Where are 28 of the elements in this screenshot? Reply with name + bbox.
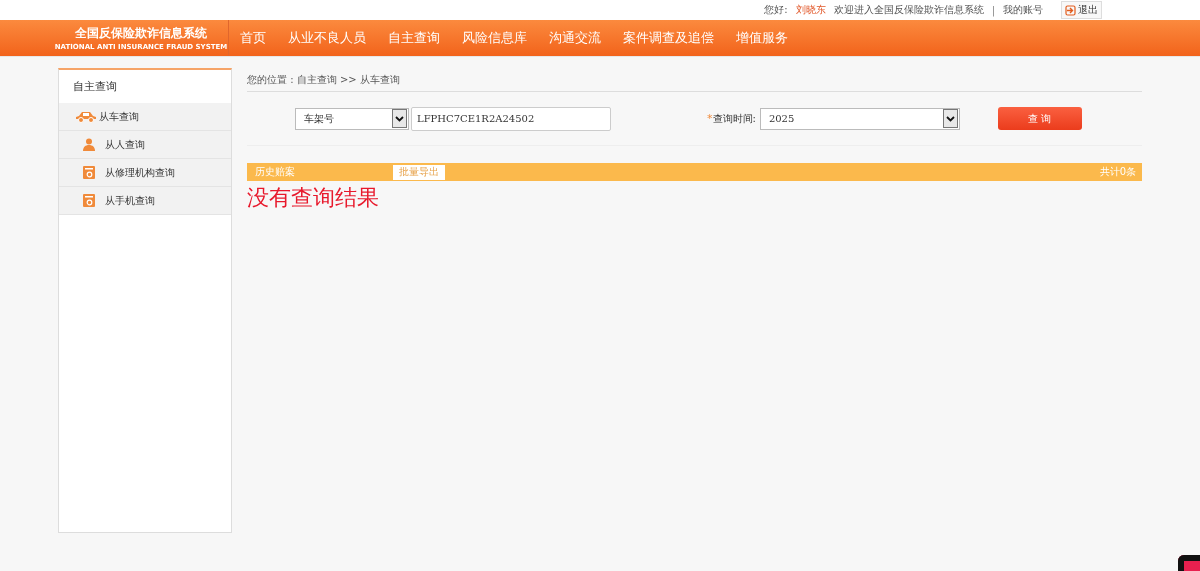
empty-message: 没有查询结果 xyxy=(247,184,380,212)
time-label: 查询时间: xyxy=(712,111,756,126)
document-icon xyxy=(83,194,95,207)
vin-input-field[interactable]: LFPHC7CE1R2A24502 xyxy=(411,106,611,131)
results-title: 历史赔案 xyxy=(255,165,295,179)
sidebar-item[interactable]: 从修理机构查询 xyxy=(59,159,231,187)
query-button[interactable]: 查 询 xyxy=(997,107,1082,130)
account-link[interactable]: 我的账号 xyxy=(1003,3,1043,17)
welcome-text: 欢迎进入全国反保险欺诈信息系统 xyxy=(833,3,984,17)
breadcrumb: 您的位置 : 自主查询 >> 从车查询 xyxy=(247,69,1142,92)
person-icon xyxy=(83,138,95,151)
sidebar-title: 自主查询 xyxy=(72,79,118,95)
time-select[interactable]: 2025 xyxy=(759,107,960,130)
exit-icon xyxy=(1065,4,1076,16)
greeting-text: 您好: xyxy=(764,3,788,17)
user-name: 刘晓东 xyxy=(795,3,826,17)
type-select[interactable]: 车架号 xyxy=(295,107,409,130)
car-icon xyxy=(75,110,97,123)
separator: | xyxy=(991,4,995,16)
dropdown-icon xyxy=(392,109,407,128)
document-icon xyxy=(83,166,95,179)
sidebar-item[interactable]: 从人查询 xyxy=(59,131,231,159)
total-count: 共计0条 xyxy=(1099,165,1136,179)
dropdown-icon xyxy=(942,109,958,128)
sidebar-item[interactable]: 从车查询 xyxy=(59,103,231,131)
required-mark: * xyxy=(707,112,713,125)
logout-button[interactable]: 退出 xyxy=(1061,1,1102,19)
sidebar-item[interactable]: 从手机查询 xyxy=(59,187,231,215)
